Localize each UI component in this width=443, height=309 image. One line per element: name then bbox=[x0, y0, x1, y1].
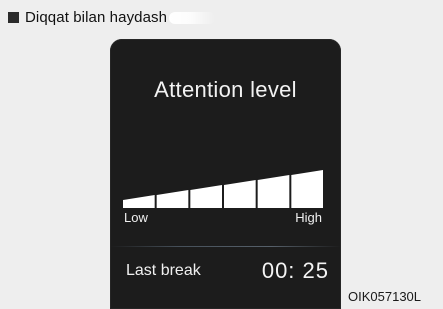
attention-gauge-graphic bbox=[123, 170, 323, 208]
gauge-low-label: Low bbox=[124, 210, 148, 225]
gauge-high-label: High bbox=[295, 210, 322, 225]
attention-level-gauge bbox=[123, 170, 323, 208]
caption-title: Diqqat bilan haydash bbox=[25, 9, 168, 26]
gauge-segment-1 bbox=[123, 195, 155, 208]
last-break-label: Last break bbox=[126, 262, 201, 279]
last-break-time: 00: 25 bbox=[261, 258, 329, 283]
image-reference-code: OIK057130L bbox=[348, 289, 422, 304]
gauge-segment-2 bbox=[156, 190, 189, 208]
gauge-segment-6 bbox=[291, 170, 323, 208]
bullet-square-icon bbox=[8, 12, 19, 23]
gauge-segment-3 bbox=[190, 185, 222, 208]
section-caption: Diqqat bilan haydash bbox=[8, 9, 216, 26]
cluster-display-panel: Attention level Low High Last break 00: … bbox=[110, 39, 341, 309]
divider bbox=[110, 246, 341, 247]
gauge-segment-5 bbox=[257, 175, 290, 208]
caption-fade bbox=[169, 11, 216, 24]
gauge-segment-4 bbox=[224, 180, 256, 208]
attention-level-title: Attention level bbox=[154, 77, 297, 102]
